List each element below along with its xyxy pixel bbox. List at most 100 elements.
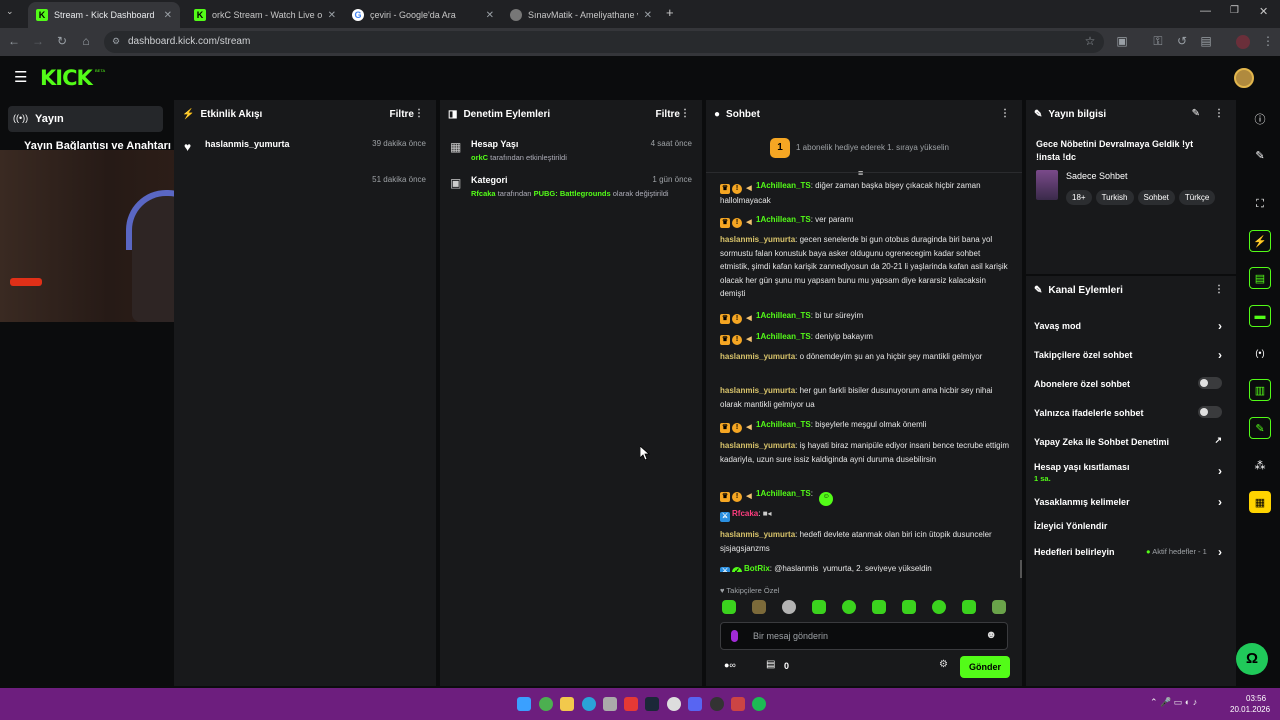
chat-username[interactable]: 1Achillean_TS [756, 311, 811, 320]
steam-icon[interactable] [645, 697, 659, 711]
back-arrow-icon[interactable]: ← [6, 34, 22, 48]
tab-google-search[interactable]: G çeviri - Google'da Ara ✕ [344, 2, 502, 28]
obs-icon[interactable] [710, 697, 724, 711]
pinned-gift-banner[interactable]: 1 1 abonelik hediye ederek 1. sıraya yük… [706, 132, 1022, 166]
app-icon[interactable] [667, 697, 681, 711]
chat-username[interactable]: BotRix [744, 564, 770, 572]
action-followers-only[interactable]: Takipçilere özel sohbet › [1034, 348, 1228, 362]
menu-dots-icon[interactable]: ⋮ [680, 108, 690, 119]
moderation-list-icon[interactable]: ▤ [1249, 267, 1271, 289]
chat-bubble-icon[interactable]: ▬ [1249, 305, 1271, 327]
subscribers-only-toggle[interactable] [1198, 377, 1222, 389]
windows-start-icon[interactable] [517, 697, 531, 711]
chat-username[interactable]: haslanmis_yumurta [720, 352, 795, 361]
action-ai-moderation[interactable]: Yapay Zeka ile Sohbet Denetimi ↗ [1034, 435, 1228, 447]
menu-dots-icon[interactable]: ⋮ [1000, 108, 1010, 119]
chrome-icon[interactable] [539, 697, 553, 711]
emote-icon[interactable] [782, 600, 796, 614]
chat-username[interactable]: haslanmis_yumurta [720, 530, 795, 539]
home-icon[interactable]: ⌂ [78, 34, 94, 48]
emote-icon[interactable] [902, 600, 916, 614]
address-bar[interactable]: ⚙ dashboard.kick.com/stream [104, 31, 1104, 53]
edit-pencil-icon[interactable]: ✎ [1249, 144, 1271, 166]
forward-arrow-icon[interactable]: → [30, 34, 46, 48]
share-icon[interactable]: ⁂ [1249, 454, 1271, 476]
chat-username[interactable]: 1Achillean_TS [756, 489, 811, 498]
lightning-icon[interactable]: ⚡ [1249, 230, 1271, 252]
action-account-age[interactable]: Hesap yaşı kısıtlaması › 1 sa. [1034, 462, 1228, 483]
filter-button[interactable]: Filtre [656, 109, 680, 120]
restore-icon[interactable]: ❐ [1230, 5, 1239, 16]
mod-actor[interactable]: orkC [471, 153, 488, 162]
discord-icon[interactable] [688, 697, 702, 711]
store-icon[interactable]: ▤ [766, 659, 775, 670]
chat-username[interactable]: haslanmis_yumurta [720, 235, 795, 244]
tab-orkc-stream[interactable]: K orkC Stream - Watch Live on Ki ✕ [186, 2, 344, 28]
info-icon[interactable]: ⓘ [1249, 108, 1271, 130]
profile-avatar[interactable] [1236, 35, 1250, 49]
microphone-icon[interactable] [731, 630, 738, 642]
emote-icon[interactable] [812, 600, 826, 614]
chat-username[interactable]: 1Achillean_TS [756, 420, 811, 429]
tab-kick-dashboard[interactable]: K Stream - Kick Dashboard ✕ [28, 2, 180, 28]
emote-icon[interactable] [992, 600, 1006, 614]
support-headset-icon[interactable]: Ω [1236, 643, 1268, 675]
viewers-icon[interactable]: ●∞ [724, 660, 736, 670]
close-icon[interactable]: ✕ [486, 10, 494, 21]
file-explorer-icon[interactable] [560, 697, 574, 711]
close-icon[interactable]: ✕ [164, 10, 172, 21]
action-redirect-viewers[interactable]: İzleyici Yönlendir [1034, 521, 1228, 531]
chat-scrollbar[interactable] [1020, 560, 1022, 578]
fullscreen-icon[interactable]: ⛶ [1249, 193, 1271, 215]
menu-dots-icon[interactable]: ⋮ [414, 108, 424, 119]
emote-icon[interactable] [752, 600, 766, 614]
stream-category[interactable]: Sadece Sohbet [1066, 171, 1128, 181]
chat-username[interactable]: 1Achillean_TS [756, 215, 811, 224]
tab-list-chevron-icon[interactable]: ⌄ [6, 6, 14, 17]
chat-username[interactable]: 1Achillean_TS [756, 332, 811, 341]
send-button[interactable]: Gönder [960, 656, 1010, 678]
action-set-goals[interactable]: Hedefleri belirleyin ● Aktif hedefler - 1… [1034, 545, 1228, 559]
hamburger-menu-icon[interactable]: ☰ [14, 68, 27, 86]
close-icon[interactable]: ✕ [328, 10, 336, 21]
chat-settings-gear-icon[interactable]: ⚙ [939, 659, 948, 670]
emoji-picker-icon[interactable]: ☻ [985, 629, 997, 641]
mod-actor[interactable]: Rfcaka [471, 189, 496, 198]
filter-button[interactable]: Filtre [390, 109, 414, 120]
chat-username[interactable]: Rfcaka [732, 509, 758, 518]
menu-dots-icon[interactable]: ⋮ [1214, 284, 1224, 295]
youtube-icon[interactable] [624, 697, 638, 711]
extensions-icon[interactable]: ▣ [1114, 34, 1130, 48]
emotes-only-toggle[interactable] [1198, 406, 1222, 418]
emote-icon[interactable] [722, 600, 736, 614]
bookmark-star-icon[interactable]: ☆ [1082, 34, 1098, 48]
password-key-icon[interactable]: ⚿ [1150, 34, 1166, 49]
chat-username[interactable]: 1Achillean_TS [756, 181, 811, 190]
emote-icon[interactable] [842, 600, 856, 614]
sidebar-icon[interactable]: ▤ [1198, 34, 1214, 48]
store-icon[interactable] [603, 697, 617, 711]
kick-logo[interactable]: KICK [40, 66, 93, 90]
wrench-icon[interactable]: ✎ [1249, 417, 1271, 439]
close-icon[interactable]: ✕ [644, 10, 652, 21]
menu-dots-icon[interactable]: ⋮ [1214, 108, 1224, 119]
new-tab-plus-icon[interactable]: + [666, 5, 674, 20]
tab-sinavmatik[interactable]: SınavMatik - Ameliyathane ve Y ✕ [502, 2, 660, 28]
action-slow-mode[interactable]: Yavaş mod › [1034, 319, 1228, 333]
broadcast-icon[interactable]: (•) [1249, 342, 1271, 364]
edit-pencil-icon[interactable]: ✎ [1192, 108, 1200, 119]
window-close-icon[interactable]: ✕ [1259, 5, 1268, 18]
edge-icon[interactable] [582, 697, 596, 711]
nav-item-yayin[interactable]: ((•)) Yayın [8, 106, 163, 132]
spotify-icon[interactable] [752, 697, 766, 711]
site-info-icon[interactable]: ⚙ [112, 36, 120, 47]
chat-username[interactable]: haslanmis_yumurta [720, 441, 795, 450]
reload-icon[interactable]: ↻ [54, 34, 70, 48]
emote-icon[interactable] [962, 600, 976, 614]
app-icon[interactable] [731, 697, 745, 711]
stream-info-icon[interactable]: ▥ [1249, 379, 1271, 401]
system-tray-icons[interactable]: ⌃ 🎤 ▭ ◐ ♪ [1150, 697, 1197, 708]
chat-input[interactable]: Bir mesaj gönderin ☻ [720, 622, 1008, 650]
chat-username[interactable]: haslanmis_yumurta [720, 386, 795, 395]
activity-user[interactable]: haslanmis_yumurta [205, 139, 290, 149]
